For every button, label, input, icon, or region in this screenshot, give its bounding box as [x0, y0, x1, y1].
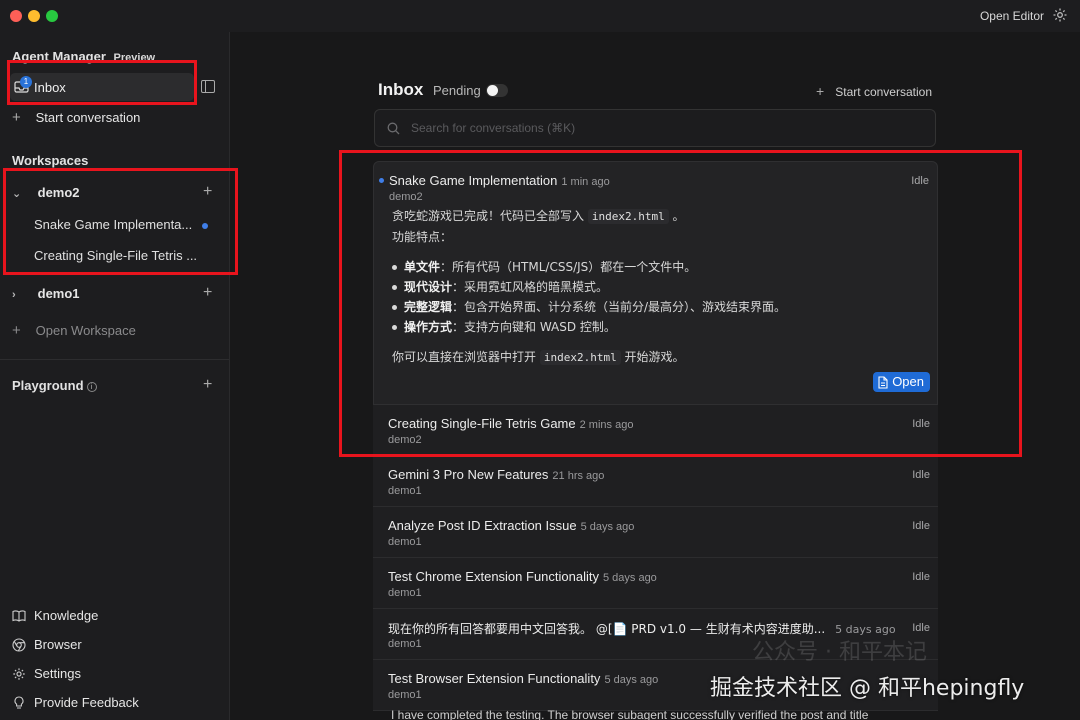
- conversation-time: 5 days ago: [602, 572, 657, 584]
- pending-label: Pending: [433, 83, 481, 98]
- conversation-status: Idle: [912, 418, 930, 430]
- open-button[interactable]: Open: [873, 372, 930, 392]
- conversation-item[interactable]: Analyze Post ID Extraction Issue 5 days a…: [373, 507, 938, 558]
- playground-heading[interactable]: Playground i: [12, 378, 97, 393]
- conversation-workspace: demo1: [388, 536, 422, 548]
- sidebar-item-inbox[interactable]: 1 Inbox: [10, 73, 194, 101]
- pending-toggle[interactable]: [486, 84, 508, 97]
- conversation-time: 1 min ago: [561, 176, 610, 188]
- sidebar: Agent Manager Preview 1 Inbox + Start co…: [0, 32, 230, 720]
- conversation-item[interactable]: Gemini 3 Pro New Features 21 hrs ago demo…: [373, 456, 938, 507]
- preview-badge: Preview: [113, 52, 156, 64]
- list-item: 操作方式：支持方向键和 WASD 控制。: [392, 317, 922, 337]
- add-conversation-demo1-button[interactable]: +: [203, 284, 212, 302]
- conversation-status: Idle: [912, 571, 930, 583]
- conversation-workspace: demo1: [388, 689, 422, 701]
- conversation-time: 5 days ago: [604, 674, 659, 686]
- conversation-status: Idle: [912, 520, 930, 532]
- conversation-item[interactable]: Test Chrome Extension Functionality 5 day…: [373, 558, 938, 609]
- chevron-right-icon: ›: [12, 289, 16, 301]
- plus-icon: +: [12, 109, 21, 126]
- page-title: Inbox: [378, 80, 424, 99]
- list-item: 单文件：所有代码（HTML/CSS/JS）都在一个文件中。: [392, 257, 922, 277]
- workspace-demo1[interactable]: › demo1: [12, 285, 80, 303]
- sidebar-item-label: Inbox: [34, 80, 66, 95]
- watermark-faint: 公众号 · 和平本记: [752, 640, 927, 665]
- conversation-workspace: demo1: [388, 638, 422, 650]
- search-input[interactable]: [411, 110, 911, 146]
- gear-icon: [13, 668, 25, 680]
- conversation-time: 5 days ago: [580, 521, 635, 533]
- plus-icon: +: [12, 322, 21, 339]
- conversation-workspace: demo2: [388, 434, 422, 446]
- sidebar-toggle-icon[interactable]: [201, 80, 215, 93]
- conversation-title: Analyze Post ID Extraction Issue: [388, 518, 577, 533]
- list-item: 完整逻辑：包含开始界面、计分系统（当前分/最高分）、游戏结束界面。: [392, 297, 922, 317]
- conversation-status: Idle: [912, 469, 930, 481]
- conversation-title: Gemini 3 Pro New Features: [388, 467, 549, 482]
- conversation-title: Snake Game Implementation: [389, 173, 558, 188]
- conversation-title: Test Chrome Extension Functionality: [388, 569, 599, 584]
- plus-icon: +: [815, 83, 825, 99]
- list-item: 现代设计：采用霓虹风格的暗黑模式。: [392, 277, 922, 297]
- search-icon: [387, 122, 400, 135]
- main-panel: Inbox Pending + Start conversation Snake…: [230, 32, 1080, 720]
- conversation-workspace: demo2: [389, 191, 423, 203]
- info-icon[interactable]: i: [86, 382, 97, 392]
- open-workspace-button[interactable]: + Open Workspace: [12, 322, 136, 340]
- inbox-count-badge: 1: [20, 76, 32, 88]
- chevron-down-icon: ⌄: [12, 188, 22, 200]
- close-window-button[interactable]: [10, 10, 22, 22]
- sidebar-divider: [0, 359, 229, 360]
- agent-manager-heading: Agent Manager Preview: [12, 49, 156, 64]
- workspace-demo2[interactable]: ⌄ demo2: [12, 184, 80, 202]
- conversation-workspace: demo1: [388, 485, 422, 497]
- add-conversation-demo2-button[interactable]: +: [203, 183, 212, 201]
- conversation-workspace: demo1: [388, 587, 422, 599]
- workspace-item-snake[interactable]: Snake Game Implementa...: [34, 217, 204, 232]
- zoom-window-button[interactable]: [46, 10, 58, 22]
- gear-icon[interactable]: [1052, 7, 1068, 23]
- conversation-status: Idle: [911, 175, 929, 187]
- conversation-time: 21 hrs ago: [552, 470, 605, 482]
- feature-list: 单文件：所有代码（HTML/CSS/JS）都在一个文件中。 现代设计：采用霓虹风…: [392, 257, 922, 337]
- open-editor-button[interactable]: Open Editor: [980, 9, 1044, 23]
- conversation-preview: 贪吃蛇游戏已完成！代码已全部写入 index2.html 。 功能特点： 单文件…: [374, 206, 937, 404]
- watermark: 掘金技术社区 @ 和平hepingfly: [710, 676, 1025, 701]
- conversation-status: Idle: [912, 622, 930, 634]
- conversation-preview-snippet: I have completed the testing. The browse…: [391, 708, 869, 720]
- conversation-time: 2 mins ago: [579, 419, 634, 431]
- lightbulb-icon: [14, 696, 24, 709]
- conversation-item[interactable]: Creating Single-File Tetris Game 2 mins a…: [373, 405, 938, 456]
- unread-dot: [379, 178, 384, 183]
- conversation-list: Snake Game Implementation 1 min ago demo2…: [373, 161, 938, 711]
- conversation-item[interactable]: Snake Game Implementation 1 min ago demo2…: [373, 161, 938, 405]
- search-box: [374, 109, 936, 147]
- workspace-item-tetris[interactable]: Creating Single-File Tetris ...: [34, 248, 204, 263]
- chrome-icon: [12, 638, 26, 652]
- conversation-title: Creating Single-File Tetris Game: [388, 416, 576, 431]
- add-playground-button[interactable]: +: [203, 376, 212, 394]
- sidebar-start-conversation[interactable]: + Start conversation: [12, 109, 140, 127]
- minimize-window-button[interactable]: [28, 10, 40, 22]
- start-conversation-button[interactable]: + Start conversation: [816, 83, 932, 99]
- unread-dot: [202, 223, 208, 229]
- file-icon: [878, 375, 888, 389]
- workspaces-heading: Workspaces: [12, 153, 89, 168]
- book-icon: [12, 610, 26, 622]
- title-bar: Open Editor: [0, 0, 1080, 32]
- conversation-title: Test Browser Extension Functionality: [388, 671, 601, 686]
